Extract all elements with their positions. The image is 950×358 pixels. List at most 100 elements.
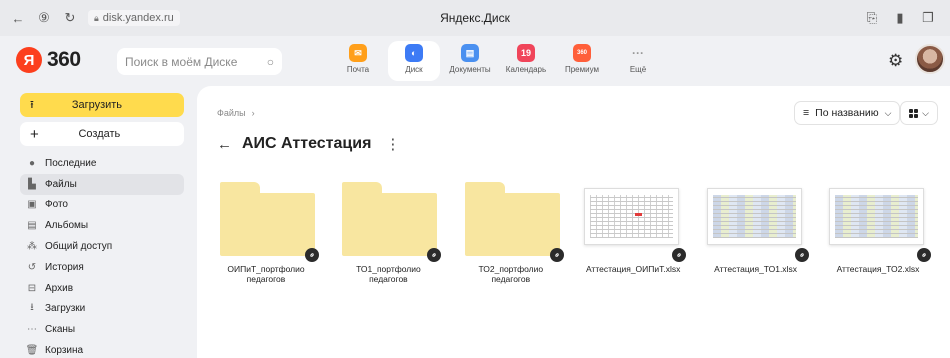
search-input[interactable] — [125, 54, 255, 69]
sort-label: По названию — [815, 107, 879, 119]
browser-actions: ⎘ ▮ ❐ — [864, 10, 936, 26]
disk-icon: ◐ — [405, 44, 423, 62]
browser-toolbar: ← ⑨ ↻ 🔒︎ disk.yandex.ru Яндекс.Диск ⎘ ▮ … — [0, 0, 950, 36]
service-label: Документы — [449, 65, 491, 74]
file-name: Аттестация_ОИПиТ.xlsx — [585, 264, 681, 274]
file-item-folder[interactable]: ⚭ ТО2_портфолио педагогов — [462, 182, 567, 284]
lock-icon: 🔒︎ — [94, 12, 99, 23]
file-item-spreadsheet[interactable]: ⚭ Аттестация_ОИПиТ.xlsx — [584, 182, 690, 284]
history-icon: ↺ — [27, 261, 37, 273]
photo-icon: ▣ — [27, 199, 37, 211]
sidebar: ⭱ Загрузить + Создать ● Последние ▙ Файл… — [20, 93, 184, 358]
yandex-browser-icon[interactable]: ⑨ — [36, 10, 52, 26]
spreadsheet-thumbnail: ⚭ — [828, 182, 934, 265]
file-item-spreadsheet[interactable]: ⚭ Аттестация_ТО2.xlsx — [828, 182, 934, 284]
service-label: Премиум — [564, 65, 600, 74]
file-item-folder[interactable]: ⚭ ОИПиТ_портфолио педагогов — [217, 182, 322, 284]
sidebar-item-recent[interactable]: ● Последние — [20, 153, 184, 174]
service-label: Ещё — [629, 65, 647, 74]
mail-icon: ✉ — [349, 44, 367, 62]
address-bar[interactable]: 🔒︎ disk.yandex.ru — [88, 10, 180, 26]
logo-text: 360 — [47, 48, 81, 71]
view-mode-button[interactable]: ⌵ — [900, 101, 938, 125]
service-calendar[interactable]: 19 Календарь — [500, 41, 552, 81]
chevron-down-icon: ⌵ — [922, 107, 929, 118]
back-arrow-icon[interactable]: ← — [10, 10, 26, 26]
link-icon: ⚭ — [791, 245, 812, 265]
file-name: Аттестация_ТО1.xlsx — [714, 264, 797, 274]
service-mail[interactable]: ✉ Почта — [332, 41, 384, 81]
create-button[interactable]: + Создать — [20, 122, 184, 146]
sidebar-item-shared[interactable]: ⁂ Общий доступ — [20, 236, 184, 257]
folder-body — [220, 193, 315, 256]
main-panel: Файлы › ≡ По названию ⌵ ⌵ ← АИС Аттестац… — [197, 86, 950, 358]
service-label: Календарь — [505, 65, 547, 74]
sidebar-item-label: Альбомы — [45, 220, 89, 232]
share-icon[interactable]: ⎘ — [864, 10, 880, 26]
sort-button[interactable]: ≡ По названию ⌵ — [794, 101, 901, 125]
upload-button[interactable]: ⭱ Загрузить — [20, 93, 184, 117]
sidebar-item-scans[interactable]: ⋯ Сканы — [20, 319, 184, 340]
tabs-icon[interactable]: ❐ — [920, 10, 936, 26]
chevron-down-icon: ⌵ — [884, 107, 892, 118]
file-name: Аттестация_ТО2.xlsx — [836, 264, 920, 274]
sidebar-item-label: Архив — [45, 282, 74, 294]
sidebar-item-trash[interactable]: 🗑︎ Корзина — [20, 340, 184, 358]
service-label: Диск — [405, 65, 423, 74]
sidebar-item-downloads[interactable]: ⭳ Загрузки — [20, 299, 184, 320]
spreadsheet-grid — [590, 195, 674, 238]
avatar[interactable] — [915, 44, 945, 74]
bookmark-icon[interactable]: ▮ — [892, 10, 908, 26]
sidebar-item-history[interactable]: ↺ История — [20, 257, 184, 278]
service-label: Почта — [346, 65, 370, 74]
file-grid: ⚭ ОИПиТ_портфолио педагогов ⚭ ТО1_портфо… — [217, 182, 934, 284]
spreadsheet-thumbnail: ⚭ — [584, 182, 690, 265]
breadcrumb: Файлы › — [217, 108, 255, 118]
more-actions-icon[interactable]: ⋮ — [385, 135, 400, 153]
calendar-icon: 19 — [517, 44, 535, 62]
folder-body — [464, 193, 560, 256]
spreadsheet-preview — [706, 188, 802, 245]
album-icon: ▤ — [27, 220, 37, 232]
chevron-right-icon: › — [251, 108, 255, 118]
sidebar-item-label: Сканы — [45, 324, 76, 336]
folder-body — [342, 193, 438, 256]
docs-icon: ▤ — [461, 44, 479, 62]
sidebar-item-label: Корзина — [45, 345, 84, 357]
breadcrumb-item[interactable]: Файлы — [217, 108, 246, 118]
service-premium[interactable]: 360 Премиум — [556, 41, 608, 81]
service-disk[interactable]: ◐ Диск — [388, 41, 440, 81]
folder-icon — [342, 182, 438, 256]
yandex-360-logo[interactable]: Я 360 — [16, 47, 81, 73]
sidebar-item-label: Общий доступ — [45, 241, 113, 253]
link-icon: ⚭ — [669, 245, 690, 265]
sidebar-item-label: Файлы — [45, 178, 77, 190]
sidebar-item-photo[interactable]: ▣ Фото — [20, 195, 184, 216]
spreadsheet-thumbnail: ⚭ — [706, 182, 812, 265]
folder-thumbnail: ⚭ — [217, 182, 322, 265]
sidebar-item-label: Фото — [45, 199, 68, 211]
browser-nav: ← ⑨ ↻ 🔒︎ disk.yandex.ru — [10, 10, 180, 26]
sidebar-item-label: Последние — [45, 157, 97, 169]
search-icon[interactable]: ○ — [267, 55, 274, 69]
back-arrow-icon[interactable]: ← — [217, 136, 232, 153]
spreadsheet-preview — [584, 188, 680, 245]
service-more[interactable]: ··· Ещё — [612, 41, 664, 81]
gear-icon[interactable]: ⚙ — [888, 51, 903, 71]
file-icon: ▙ — [28, 178, 36, 190]
url-text: disk.yandex.ru — [102, 12, 174, 24]
more-icon: ··· — [632, 46, 644, 60]
file-item-spreadsheet[interactable]: ⚭ Аттестация_ТО1.xlsx — [706, 182, 812, 284]
grid-view-icon — [909, 108, 919, 118]
sidebar-item-files[interactable]: ▙ Файлы — [20, 173, 184, 195]
sidebar-item-archive[interactable]: ⊟ Архив — [20, 278, 184, 299]
folder-icon — [220, 182, 315, 256]
search-box[interactable]: ○ — [117, 48, 282, 75]
sidebar-item-albums[interactable]: ▤ Альбомы — [20, 215, 184, 236]
trash-icon: 🗑︎ — [25, 345, 39, 357]
service-docs[interactable]: ▤ Документы — [444, 41, 496, 81]
folder-thumbnail: ⚭ — [339, 182, 445, 265]
file-item-folder[interactable]: ⚭ ТО1_портфолио педагогов — [339, 182, 445, 284]
reload-icon[interactable]: ↻ — [62, 10, 78, 26]
sidebar-item-label: Загрузки — [45, 303, 86, 315]
